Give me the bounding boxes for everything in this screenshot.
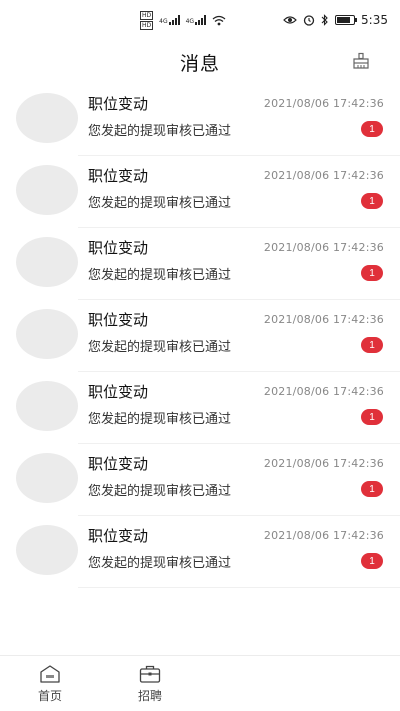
tab-recruit[interactable]: 招聘 <box>100 656 200 711</box>
message-text: 您发起的提现审核已通过 <box>88 556 232 571</box>
message-text: 您发起的提现审核已通过 <box>88 124 232 139</box>
avatar <box>16 453 78 503</box>
message-time: 2021/08/06 17:42:36 <box>263 457 384 470</box>
message-item[interactable]: 职位变动 2021/08/06 17:42:36 您发起的提现审核已通过 1 <box>0 228 400 300</box>
briefcase-icon <box>139 665 161 683</box>
unread-badge: 1 <box>361 553 383 569</box>
eye-icon <box>283 16 297 24</box>
status-right: 5:35 <box>283 13 388 27</box>
avatar <box>16 309 78 359</box>
message-title: 职位变动 <box>88 383 149 401</box>
tab-home-label: 首页 <box>37 688 62 703</box>
message-body: 职位变动 2021/08/06 17:42:36 您发起的提现审核已通过 1 <box>78 516 400 588</box>
message-text: 您发起的提现审核已通过 <box>88 484 232 499</box>
tab-home[interactable]: 首页 <box>0 656 100 711</box>
page-title: 消息 <box>179 52 220 75</box>
signal1: 4G <box>159 15 180 25</box>
message-text: 您发起的提现审核已通过 <box>88 412 232 427</box>
message-title: 职位变动 <box>88 239 149 257</box>
message-item[interactable]: 职位变动 2021/08/06 17:42:36 您发起的提现审核已通过 1 <box>0 300 400 372</box>
message-time: 2021/08/06 17:42:36 <box>263 169 384 182</box>
tab-recruit-label: 招聘 <box>137 688 162 703</box>
message-time: 2021/08/06 17:42:36 <box>263 313 384 326</box>
battery-icon <box>335 15 358 25</box>
unread-badge: 1 <box>361 481 383 497</box>
net1-label: 4G <box>159 18 168 25</box>
unread-badge: 1 <box>361 121 383 137</box>
message-item[interactable]: 职位变动 2021/08/06 17:42:36 您发起的提现审核已通过 1 <box>0 156 400 228</box>
message-body: 职位变动 2021/08/06 17:42:36 您发起的提现审核已通过 1 <box>78 84 400 156</box>
message-text: 您发起的提现审核已通过 <box>88 268 232 283</box>
message-body: 职位变动 2021/08/06 17:42:36 您发起的提现审核已通过 1 <box>78 372 400 444</box>
signal2-icon <box>195 15 207 25</box>
avatar <box>16 525 78 575</box>
message-time: 2021/08/06 17:42:36 <box>263 385 384 398</box>
avatar <box>16 381 78 431</box>
net2-label: 4G <box>185 18 195 25</box>
unread-badge: 1 <box>361 337 383 353</box>
broom-icon <box>353 52 369 69</box>
message-body: 职位变动 2021/08/06 17:42:36 您发起的提现审核已通过 1 <box>78 156 400 228</box>
status-time: 5:35 <box>361 13 388 27</box>
avatar <box>16 165 78 215</box>
message-item[interactable]: 职位变动 2021/08/06 17:42:36 您发起的提现审核已通过 1 <box>0 84 400 156</box>
status-left: HD HD 4G 4G <box>140 10 226 30</box>
unread-badge: 1 <box>361 193 383 209</box>
bottom-tab-bar: 首页 招聘 <box>0 655 400 711</box>
message-body: 职位变动 2021/08/06 17:42:36 您发起的提现审核已通过 1 <box>78 300 400 372</box>
page-header: 消息 <box>0 40 400 84</box>
message-time: 2021/08/06 17:42:36 <box>263 241 384 254</box>
clear-messages-button[interactable] <box>350 50 372 72</box>
avatar <box>16 237 78 287</box>
message-body: 职位变动 2021/08/06 17:42:36 您发起的提现审核已通过 1 <box>78 444 400 516</box>
sim2-badge: HD <box>140 20 154 30</box>
message-title: 职位变动 <box>88 95 149 113</box>
alarm-icon <box>303 15 315 26</box>
avatar <box>16 93 78 143</box>
unread-badge: 1 <box>361 265 383 281</box>
message-list: 职位变动 2021/08/06 17:42:36 您发起的提现审核已通过 1 职位变动 2… <box>0 84 400 588</box>
message-title: 职位变动 <box>88 527 149 545</box>
message-title: 职位变动 <box>88 455 149 473</box>
message-time: 2021/08/06 17:42:36 <box>263 97 384 110</box>
message-text: 您发起的提现审核已通过 <box>88 196 232 211</box>
bluetooth-icon <box>321 14 328 26</box>
message-title: 职位变动 <box>88 311 149 329</box>
message-title: 职位变动 <box>88 167 149 185</box>
message-item[interactable]: 职位变动 2021/08/06 17:42:36 您发起的提现审核已通过 1 <box>0 372 400 444</box>
status-bar: HD HD 4G 4G 5:35 <box>0 0 400 40</box>
message-item[interactable]: 职位变动 2021/08/06 17:42:36 您发起的提现审核已通过 1 <box>0 444 400 516</box>
message-item[interactable]: 职位变动 2021/08/06 17:42:36 您发起的提现审核已通过 1 <box>0 516 400 588</box>
sim1-badge: HD <box>140 10 154 20</box>
home-icon <box>40 664 60 683</box>
signal1-icon <box>168 15 180 25</box>
unread-badge: 1 <box>361 409 383 425</box>
message-time: 2021/08/06 17:42:36 <box>263 529 384 542</box>
message-text: 您发起的提现审核已通过 <box>88 340 232 355</box>
sim-badges: HD HD <box>140 10 154 30</box>
wifi-icon <box>212 15 226 25</box>
battery-level <box>337 17 350 23</box>
signal2: 4G <box>185 15 207 25</box>
message-body: 职位变动 2021/08/06 17:42:36 您发起的提现审核已通过 1 <box>78 228 400 300</box>
